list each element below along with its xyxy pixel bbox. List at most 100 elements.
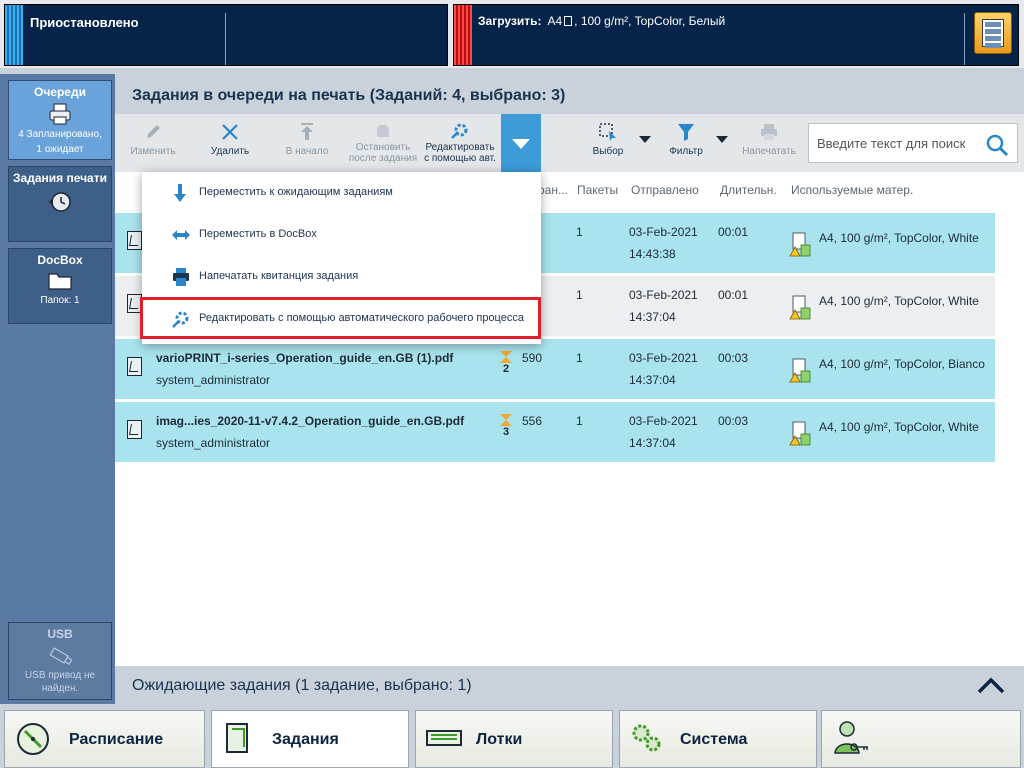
media-warning-icon [789, 232, 811, 257]
folder-icon [48, 273, 72, 290]
column-header-sent[interactable]: Отправлено [631, 183, 699, 197]
load-warning-stripe [454, 5, 472, 65]
page-title: Задания в очереди на печать (Заданий: 4,… [115, 74, 1024, 114]
media-cell: A4, 100 g/m², TopColor, White [819, 294, 979, 308]
job-name-cell: imag...ies_2020-11-v7.4.2_Operation_guid… [156, 414, 465, 428]
arrow-to-top-icon [301, 123, 313, 140]
sidebar-item-queues[interactable]: Очереди 4 Запланировано, 1 ожидает [8, 80, 112, 160]
select-button[interactable]: Выбор [585, 118, 631, 170]
search-input[interactable] [809, 124, 984, 162]
load-media-panel[interactable]: Загрузить: A4 , 100 g/m², TopColor, Белый [453, 4, 1019, 66]
sidebar-item-label: USB [47, 627, 73, 641]
sent-date-cell: 03-Feb-2021 [629, 414, 698, 428]
nav-schedule[interactable]: Расписание [4, 710, 205, 768]
waiting-jobs-title: Ожидающие задания (1 задание, выбрано: 1… [132, 677, 472, 694]
sent-time-cell: 14:37:04 [629, 436, 676, 450]
print-button[interactable]: Напечатать [737, 118, 801, 170]
filter-chevron-down-icon[interactable] [716, 136, 728, 143]
edit-with-workflow-button[interactable]: Редактировать с помощью авт. [419, 118, 501, 170]
printer-status-text: Приостановлено [30, 15, 139, 30]
media-cell: A4, 100 g/m², TopColor, White [819, 420, 979, 434]
duration-cell: 00:03 [718, 351, 749, 365]
waiting-jobs-bar[interactable]: Ожидающие задания (1 задание, выбрано: 1… [115, 666, 1024, 704]
search-box [808, 123, 1018, 163]
more-actions-menu: Переместить к ожидающим заданиям Перемес… [142, 172, 541, 344]
sent-time-cell: 14:37:04 [629, 373, 676, 387]
nav-jobs[interactable]: Задания [211, 710, 409, 768]
delete-button[interactable]: Удалить [203, 118, 257, 170]
load-label: Загрузить: [478, 14, 542, 28]
history-clock-icon [49, 192, 71, 212]
packets-cell: 1 [576, 225, 583, 239]
load-media-info: Загрузить: A4 , 100 g/m², TopColor, Белый [478, 14, 725, 28]
edit-button[interactable]: Изменить [123, 118, 183, 170]
column-header-duration[interactable]: Длительн. [720, 183, 777, 197]
bottom-navigation: Расписание Задания Лотки Система [0, 704, 1024, 768]
printer-icon [49, 103, 71, 125]
packets-cell: 1 [576, 288, 583, 302]
menu-item-move-to-waiting[interactable]: Переместить к ожидающим заданиям [142, 172, 541, 214]
tray-icon [426, 730, 462, 746]
sidebar-item-label: Задания печати [13, 171, 107, 185]
sent-time-cell: 14:43:38 [629, 247, 676, 261]
priority-hourglass-icon: 2 [499, 351, 513, 375]
job-toolbar: Изменить Удалить В начало Остановить посл… [115, 114, 1024, 172]
nav-trays[interactable]: Лотки [415, 710, 613, 768]
table-row[interactable]: varioPRINT_i-series_Operation_guide_en.G… [115, 339, 995, 399]
search-icon[interactable] [985, 133, 1009, 157]
nav-user-login[interactable] [821, 710, 1021, 768]
load-media-details: , 100 g/m², TopColor, Белый [574, 14, 726, 28]
paper-trays-icon [982, 19, 1004, 48]
menu-item-edit-auto-workflow[interactable]: Редактировать с помощью автоматического … [142, 298, 541, 340]
top-status-bar: Приостановлено Загрузить: A4 , 100 g/m², T… [0, 0, 1024, 68]
pencil-icon [147, 125, 160, 138]
workflow-gear-icon [451, 123, 468, 139]
usb-drive-icon [49, 647, 73, 665]
sidebar-item-label: Очереди [34, 85, 86, 99]
status-divider [225, 13, 226, 65]
packets-cell: 1 [576, 351, 583, 365]
receipt-printer-icon [173, 268, 189, 286]
sidebar-item-usb: USB USB привод не найден. [8, 622, 112, 700]
user-key-icon [834, 721, 868, 754]
more-actions-dropdown-button[interactable] [501, 114, 541, 172]
tray-status-button[interactable] [974, 12, 1012, 54]
sent-time-cell: 14:37:04 [629, 310, 676, 324]
printer-status-panel[interactable]: Приостановлено [4, 4, 448, 66]
workflow-gear-icon [172, 311, 189, 328]
priority-value: 2 [502, 363, 510, 375]
queue-waiting-count: 1 ожидает [36, 144, 84, 155]
column-header-pages[interactable]: ран... [538, 183, 568, 197]
job-owner-cell: system_administrator [156, 373, 271, 387]
arrow-down-icon [174, 184, 186, 202]
column-header-packets[interactable]: Пакеты [577, 183, 618, 197]
duration-cell: 00:03 [718, 414, 749, 428]
menu-item-move-to-docbox[interactable]: Переместить в DocBox [142, 214, 541, 256]
sidebar-item-docbox[interactable]: DocBox Папок: 1 [8, 248, 112, 324]
document-icon [127, 357, 142, 376]
column-header-media[interactable]: Используемые матер. [791, 183, 913, 197]
load-media-size: A4 [547, 14, 563, 28]
main-panel: Задания в очереди на печать (Заданий: 4,… [115, 74, 1024, 704]
stop-after-job-button[interactable]: Остановить после задания [345, 118, 421, 170]
document-icon [127, 420, 142, 439]
jobs-document-icon [226, 723, 248, 753]
status-divider [964, 13, 965, 65]
menu-item-print-job-receipt[interactable]: Напечатать квитанция задания [142, 256, 541, 298]
filter-icon [678, 124, 694, 141]
printer-icon [761, 124, 777, 140]
chevron-up-icon[interactable] [976, 674, 1006, 696]
packets-cell: 1 [576, 414, 583, 428]
move-to-top-button[interactable]: В начало [279, 118, 335, 170]
select-chevron-down-icon[interactable] [639, 136, 651, 143]
job-owner-cell: system_administrator [156, 436, 271, 450]
media-sheet-icon [564, 16, 573, 26]
media-cell: A4, 100 g/m², TopColor, Bianco [819, 357, 985, 371]
table-row[interactable]: imag...ies_2020-11-v7.4.2_Operation_guid… [115, 402, 995, 462]
media-cell: A4, 100 g/m², TopColor, White [819, 231, 979, 245]
filter-button[interactable]: Фильтр [663, 118, 709, 170]
docbox-folder-count: Папок: 1 [40, 295, 80, 306]
arrows-horizontal-icon [172, 230, 190, 240]
sidebar-item-print-jobs[interactable]: Задания печати [8, 166, 112, 242]
nav-system[interactable]: Система [619, 710, 817, 768]
